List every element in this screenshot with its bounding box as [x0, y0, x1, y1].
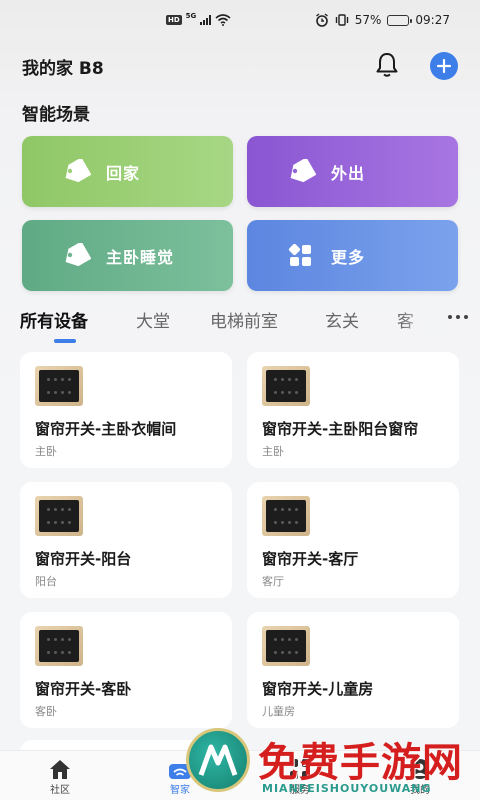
network-type: 5G — [185, 12, 197, 20]
device-card[interactable]: 窗帘开关-儿童房 儿童房 — [247, 612, 459, 728]
add-button[interactable] — [430, 52, 458, 80]
notification-button[interactable] — [372, 50, 402, 80]
battery-percent: 57% — [354, 13, 382, 27]
device-room: 主卧 — [262, 445, 284, 458]
tag-icon — [52, 158, 100, 185]
switch-thumbnail — [262, 626, 310, 666]
switch-thumbnail — [35, 626, 83, 666]
device-room: 客厅 — [262, 575, 284, 588]
device-card[interactable]: 窗帘开关-主卧阳台窗帘 主卧 — [247, 352, 459, 468]
scene-label: 外出 — [331, 163, 366, 183]
scene-out-button[interactable]: 外出 — [247, 136, 458, 207]
watermark-subtext: MIANFEISHOUYOUWANG — [262, 782, 432, 795]
device-room: 阳台 — [35, 575, 57, 588]
system-status: 57% 09:27 — [315, 13, 450, 27]
bell-icon — [376, 53, 398, 77]
scenes-title: 智能场景 — [22, 105, 90, 125]
switch-thumbnail — [262, 366, 310, 406]
tab-entrance[interactable]: 玄关 — [325, 307, 359, 332]
device-room: 儿童房 — [262, 705, 295, 718]
switch-thumbnail — [262, 496, 310, 536]
device-card[interactable]: 窗帘开关-客卧 客卧 — [20, 612, 232, 728]
tab-fade — [400, 303, 448, 339]
scene-label: 回家 — [106, 163, 141, 183]
watermark-text: 免费手游网 — [258, 740, 463, 786]
grid-icon — [277, 243, 325, 269]
plus-icon — [436, 58, 452, 74]
clock: 09:27 — [415, 13, 450, 27]
device-room: 客卧 — [35, 705, 57, 718]
battery-icon — [387, 14, 413, 26]
scene-more-button[interactable]: 更多 — [247, 220, 458, 291]
tag-icon — [52, 242, 100, 269]
scene-sleep-button[interactable]: 主卧睡觉 — [22, 220, 233, 291]
watermark: 免费手游网 MIANFEISHOUYOUWANG — [186, 728, 476, 800]
active-tab-indicator — [54, 339, 76, 343]
home-icon — [50, 760, 70, 779]
nav-label: 社区 — [50, 785, 70, 796]
device-name: 窗帘开关-主卧衣帽间 — [35, 420, 177, 438]
vibrate-icon — [335, 14, 348, 26]
device-name: 窗帘开关-客厅 — [262, 550, 359, 568]
device-room: 主卧 — [35, 445, 57, 458]
status-bar: HD 5G 57% 09:27 — [0, 0, 480, 42]
alarm-icon — [315, 13, 328, 27]
device-name: 窗帘开关-主卧阳台窗帘 — [262, 420, 419, 438]
device-card[interactable]: 窗帘开关-阳台 阳台 — [20, 482, 232, 598]
watermark-logo — [186, 728, 250, 792]
scene-label: 更多 — [331, 247, 366, 267]
hd-badge: HD — [166, 15, 182, 25]
scene-home-button[interactable]: 回家 — [22, 136, 233, 207]
switch-thumbnail — [35, 366, 83, 406]
network-status: HD 5G — [166, 12, 231, 26]
device-card[interactable]: 窗帘开关-主卧衣帽间 主卧 — [20, 352, 232, 468]
room-tabs: 所有设备 大堂 电梯前室 玄关 客 — [20, 303, 468, 347]
device-name: 窗帘开关-阳台 — [35, 550, 132, 568]
wifi-icon — [215, 14, 231, 26]
scene-label: 主卧睡觉 — [106, 247, 175, 267]
tab-lobby[interactable]: 大堂 — [136, 307, 170, 332]
device-name: 窗帘开关-儿童房 — [262, 680, 374, 698]
nav-community[interactable]: 社区 — [30, 757, 90, 796]
tag-icon — [277, 158, 325, 185]
tab-elevator-hall[interactable]: 电梯前室 — [210, 307, 278, 332]
signal-icon — [200, 15, 212, 25]
more-tabs-icon[interactable] — [448, 315, 468, 319]
device-name: 窗帘开关-客卧 — [35, 680, 132, 698]
tab-all-devices[interactable]: 所有设备 — [20, 307, 88, 332]
home-title[interactable]: 我的家 B8 — [22, 54, 104, 79]
device-card[interactable]: 窗帘开关-客厅 客厅 — [247, 482, 459, 598]
switch-thumbnail — [35, 496, 83, 536]
